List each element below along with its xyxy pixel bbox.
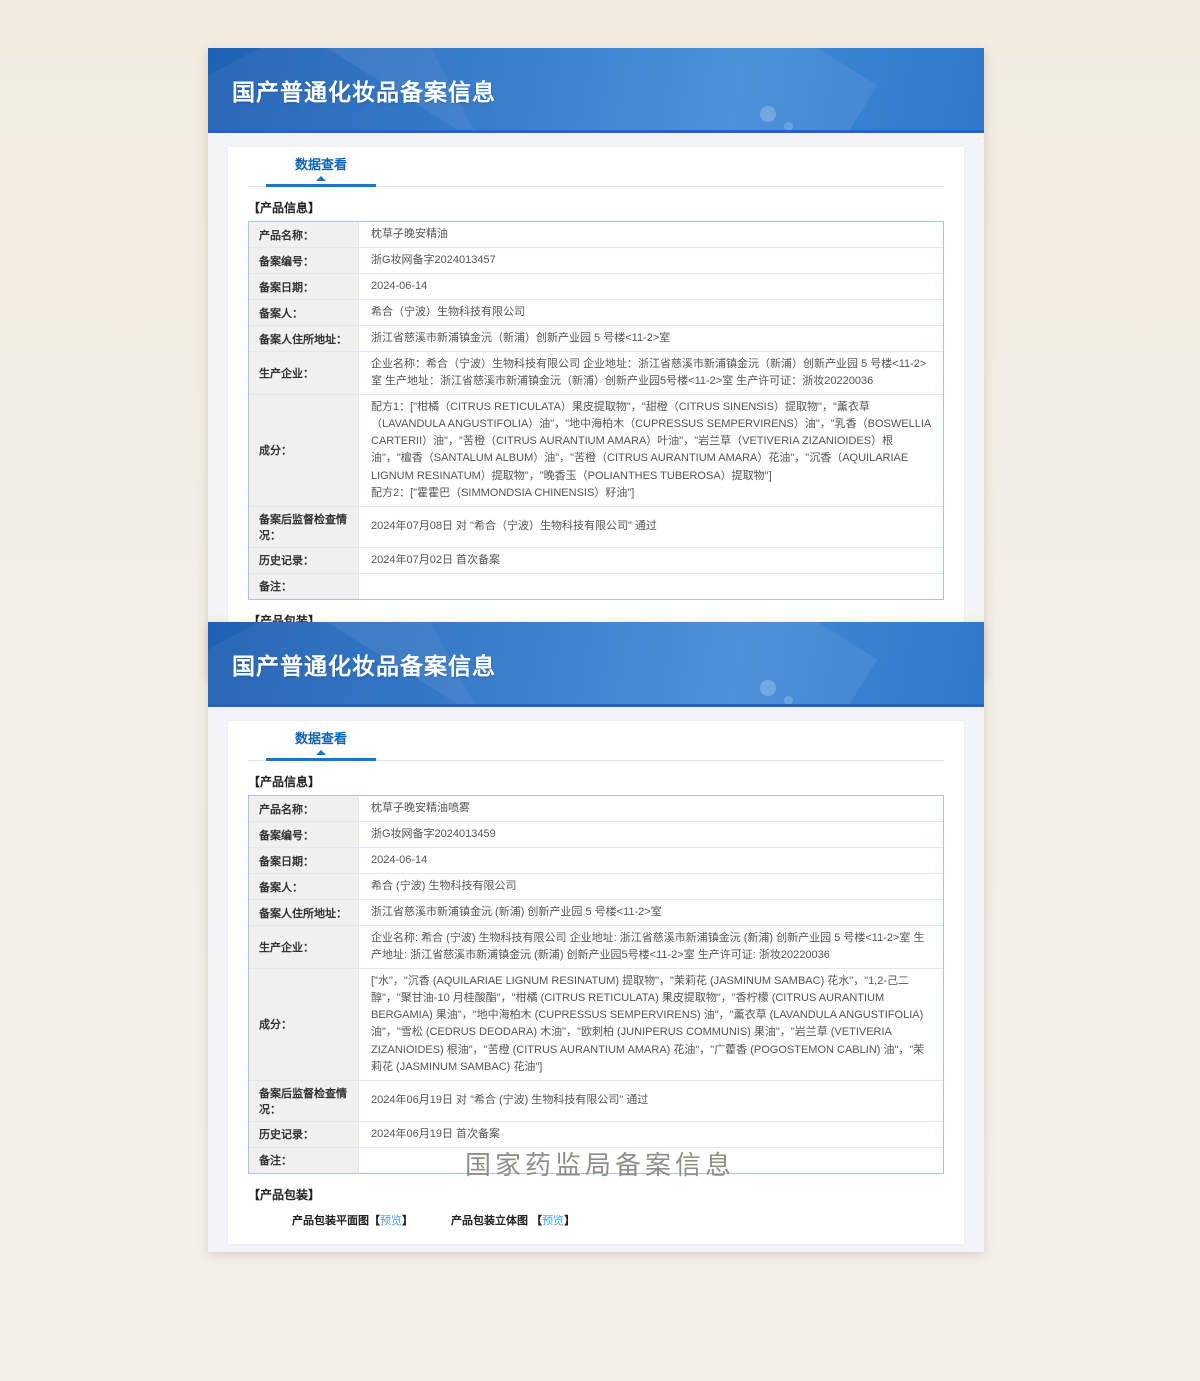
table-row: 产品名称： 枕草子晚安精油 <box>249 222 943 248</box>
panel-body: 数据查看 【产品信息】 产品名称： 枕草子晚安精油 备案编号： 浙G妆网备字20… <box>208 133 984 678</box>
decor-dot <box>760 680 776 696</box>
field-value: 浙江省慈溪市新浦镇金沅 (新浦) 创新产业园 5 号楼<11-2>室 <box>359 900 943 925</box>
page-background: 国产普通化妆品备案信息 数据查看 【产品信息】 产品名称： 枕草子晚安精油 备案… <box>0 0 1200 1381</box>
table-row: 备案人： 希合 (宁波) 生物科技有限公司 <box>249 874 943 900</box>
decor-dot <box>784 122 793 131</box>
table-row: 备案人： 希合（宁波）生物科技有限公司 <box>249 300 943 326</box>
field-value: 企业名称：希合（宁波）生物科技有限公司 企业地址：浙江省慈溪市新浦镇金沅（新浦）… <box>359 352 943 394</box>
page-title: 国产普通化妆品备案信息 <box>232 647 496 681</box>
field-value <box>359 574 943 599</box>
field-label: 备案人： <box>249 874 359 899</box>
field-value: 配方1：["柑橘（CITRUS RETICULATA）果皮提取物"，"甜橙（CI… <box>359 395 943 505</box>
packaging-stereo-label: 产品包装立体图 <box>451 1215 531 1227</box>
field-value: 2024年06月19日 对 "希合 (宁波) 生物科技有限公司" 通过 <box>359 1081 943 1121</box>
field-value: 2024年07月02日 首次备案 <box>359 548 943 573</box>
table-row: 备案日期： 2024-06-14 <box>249 274 943 300</box>
panel-header: 国产普通化妆品备案信息 <box>208 48 984 133</box>
table-row: 备注： <box>249 574 943 599</box>
bracket: 【 <box>531 1215 542 1227</box>
table-row: 生产企业： 企业名称：希合（宁波）生物科技有限公司 企业地址：浙江省慈溪市新浦镇… <box>249 352 943 395</box>
field-value: 浙G妆网备字2024013457 <box>359 248 943 273</box>
field-value: 枕草子晚安精油 <box>359 222 943 247</box>
content-card: 数据查看 【产品信息】 产品名称： 枕草子晚安精油 备案编号： 浙G妆网备字20… <box>228 147 964 670</box>
table-row: 成分： ["水"，"沉香 (AQUILARIAE LIGNUM RESINATU… <box>249 969 943 1080</box>
table-row: 备案后监督检查情况： 2024年06月19日 对 "希合 (宁波) 生物科技有限… <box>249 1081 943 1122</box>
field-label: 备案后监督检查情况： <box>249 507 359 547</box>
panel-header: 国产普通化妆品备案信息 <box>208 622 984 707</box>
field-label: 备案日期： <box>249 274 359 299</box>
field-label: 备案人： <box>249 300 359 325</box>
field-value: 希合（宁波）生物科技有限公司 <box>359 300 943 325</box>
field-value: 企业名称: 希合 (宁波) 生物科技有限公司 企业地址: 浙江省慈溪市新浦镇金沅… <box>359 926 943 968</box>
field-value: 2024年07月08日 对 "希合（宁波）生物科技有限公司" 通过 <box>359 507 943 547</box>
field-value: 浙G妆网备字2024013459 <box>359 822 943 847</box>
table-row: 备案人住所地址： 浙江省慈溪市新浦镇金沅 (新浦) 创新产业园 5 号楼<11-… <box>249 900 943 926</box>
field-value: 2024-06-14 <box>359 848 943 873</box>
field-value: 希合 (宁波) 生物科技有限公司 <box>359 874 943 899</box>
tab-bar: 数据查看 <box>248 721 944 761</box>
field-label: 生产企业： <box>249 926 359 968</box>
table-row: 产品名称： 枕草子晚安精油喷雾 <box>249 796 943 822</box>
field-label: 备案编号： <box>249 822 359 847</box>
bracket: 【 <box>369 1215 380 1227</box>
packaging-flat-group: 产品包装平面图【预览】 <box>292 1212 413 1228</box>
image-caption: 国家药监局备案信息 <box>0 1145 1200 1182</box>
section-title-packaging: 【产品包装】 <box>248 1186 944 1203</box>
packaging-stereo-group: 产品包装立体图 【预览】 <box>451 1212 575 1228</box>
tab-data-view[interactable]: 数据查看 <box>266 154 376 187</box>
field-label: 成分： <box>249 969 359 1079</box>
decor-dot <box>784 696 793 705</box>
field-value: 2024-06-14 <box>359 274 943 299</box>
bracket: 】 <box>564 1215 575 1227</box>
field-label: 备案编号： <box>249 248 359 273</box>
field-value: ["水"，"沉香 (AQUILARIAE LIGNUM RESINATUM) 提… <box>359 969 943 1079</box>
field-value: 浙江省慈溪市新浦镇金沅（新浦）创新产业园 5 号楼<11-2>室 <box>359 326 943 351</box>
field-label: 产品名称： <box>249 796 359 821</box>
field-label: 备案人住所地址： <box>249 326 359 351</box>
field-label: 备案人住所地址： <box>249 900 359 925</box>
table-row: 历史记录： 2024年07月02日 首次备案 <box>249 548 943 574</box>
packaging-flat-label: 产品包装平面图 <box>292 1215 369 1227</box>
table-row: 生产企业： 企业名称: 希合 (宁波) 生物科技有限公司 企业地址: 浙江省慈溪… <box>249 926 943 969</box>
product-info-table: 产品名称： 枕草子晚安精油喷雾 备案编号： 浙G妆网备字2024013459 备… <box>248 795 944 1174</box>
decor-dot <box>760 106 776 122</box>
page-title: 国产普通化妆品备案信息 <box>232 73 496 107</box>
field-label: 成分： <box>249 395 359 505</box>
field-label: 历史记录： <box>249 548 359 573</box>
product-info-table: 产品名称： 枕草子晚安精油 备案编号： 浙G妆网备字2024013457 备案日… <box>248 221 944 600</box>
table-row: 备案编号： 浙G妆网备字2024013457 <box>249 248 943 274</box>
preview-link-flat[interactable]: 预览 <box>380 1215 402 1227</box>
preview-link-stereo[interactable]: 预览 <box>542 1215 564 1227</box>
field-label: 历史记录： <box>249 1122 359 1147</box>
filing-panel-1: 国产普通化妆品备案信息 数据查看 【产品信息】 产品名称： 枕草子晚安精油 备案… <box>208 48 984 678</box>
field-value: 枕草子晚安精油喷雾 <box>359 796 943 821</box>
section-title-product-info: 【产品信息】 <box>248 773 944 790</box>
field-label: 备案后监督检查情况： <box>249 1081 359 1121</box>
table-row: 备案编号： 浙G妆网备字2024013459 <box>249 822 943 848</box>
field-label: 生产企业： <box>249 352 359 394</box>
table-row: 备案日期： 2024-06-14 <box>249 848 943 874</box>
tab-data-view[interactable]: 数据查看 <box>266 728 376 761</box>
table-row: 成分： 配方1：["柑橘（CITRUS RETICULATA）果皮提取物"，"甜… <box>249 395 943 506</box>
bracket: 】 <box>402 1215 413 1227</box>
field-label: 产品名称： <box>249 222 359 247</box>
section-title-product-info: 【产品信息】 <box>248 199 944 216</box>
field-label: 备注： <box>249 574 359 599</box>
field-label: 备案日期： <box>249 848 359 873</box>
field-value: 2024年06月19日 首次备案 <box>359 1122 943 1147</box>
table-row: 历史记录： 2024年06月19日 首次备案 <box>249 1122 943 1148</box>
table-row: 备案人住所地址： 浙江省慈溪市新浦镇金沅（新浦）创新产业园 5 号楼<11-2>… <box>249 326 943 352</box>
packaging-links: 产品包装平面图【预览】 产品包装立体图 【预览】 <box>292 1212 944 1228</box>
table-row: 备案后监督检查情况： 2024年07月08日 对 "希合（宁波）生物科技有限公司… <box>249 507 943 548</box>
tab-bar: 数据查看 <box>248 147 944 187</box>
